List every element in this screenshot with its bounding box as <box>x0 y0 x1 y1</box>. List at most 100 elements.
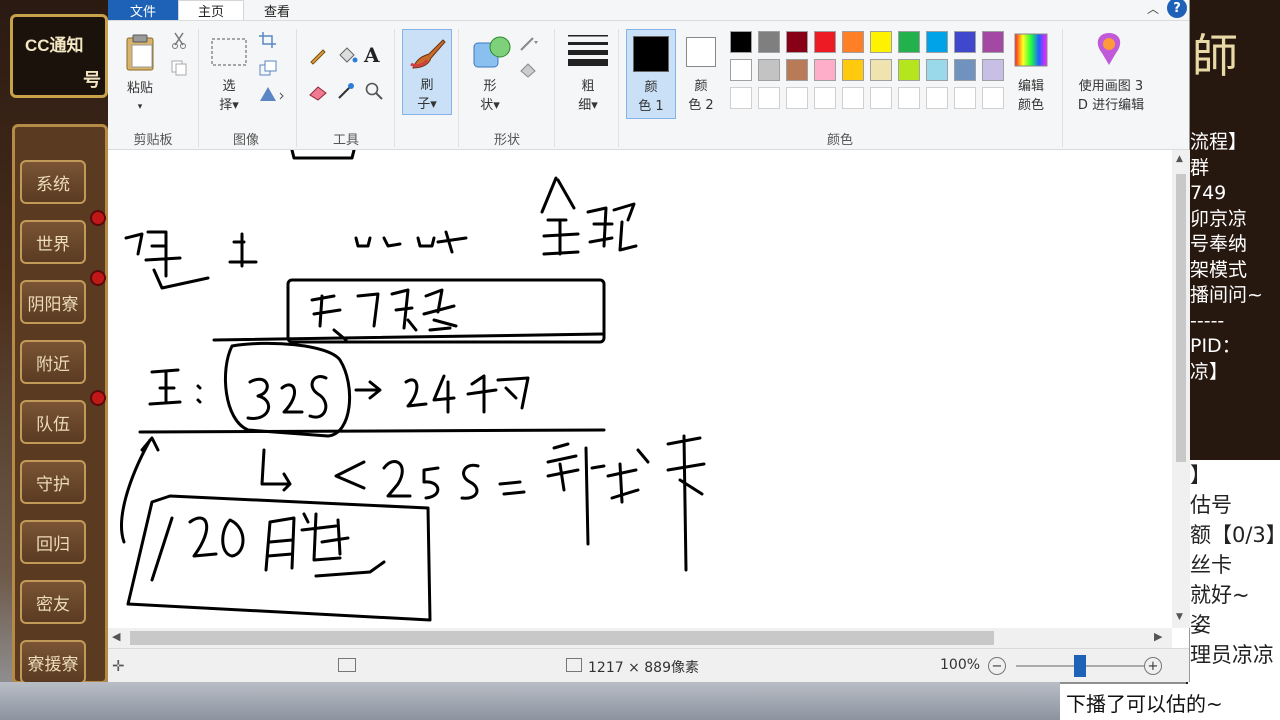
line-size-icon[interactable] <box>566 33 610 71</box>
custom-color-swatch[interactable] <box>898 87 920 109</box>
custom-color-swatch[interactable] <box>870 87 892 109</box>
stream-info-line: 群 <box>1190 156 1210 179</box>
color1-label-wrap: 颜 色 1 <box>627 78 675 116</box>
separator <box>458 29 459 147</box>
tab-view[interactable]: 查看 <box>244 0 310 20</box>
help-icon[interactable]: ? <box>1167 0 1187 18</box>
game-menu-item[interactable]: 队伍 <box>20 400 86 444</box>
select-button[interactable]: 选 择▾ <box>210 77 248 115</box>
palette-swatch[interactable] <box>814 31 836 53</box>
magnifier-icon[interactable] <box>364 81 384 105</box>
status-bar: ✛ 1217 × 889像素 100% − + <box>108 648 1189 682</box>
game-menu-item[interactable]: 守护 <box>20 460 86 504</box>
edit-colors-icon[interactable] <box>1014 33 1048 71</box>
palette-swatch[interactable] <box>842 31 864 53</box>
palette-swatch[interactable] <box>842 59 864 81</box>
fill-icon[interactable] <box>336 45 358 69</box>
fill-shape-icon[interactable] <box>518 59 544 83</box>
color-picker-icon[interactable] <box>336 81 356 105</box>
game-menu-item[interactable]: 世界 <box>20 220 86 264</box>
paint3d-button[interactable]: 使用画图 3 D 进行编辑 <box>1068 77 1154 115</box>
color2-button[interactable]: 颜 色 2 <box>678 77 724 115</box>
palette-swatch[interactable] <box>870 31 892 53</box>
custom-color-swatch[interactable] <box>758 87 780 109</box>
palette-swatch[interactable] <box>758 31 780 53</box>
shapes-icon[interactable] <box>470 33 514 75</box>
tab-home[interactable]: 主页 <box>178 0 244 20</box>
palette-swatch[interactable] <box>982 59 1004 81</box>
game-menu-item[interactable]: 阴阳寮 <box>20 280 86 324</box>
edit-colors-button[interactable]: 编辑 颜色 <box>1006 77 1056 115</box>
custom-color-swatch[interactable] <box>926 87 948 109</box>
scroll-right-icon[interactable]: ▶ <box>1154 630 1162 643</box>
outline-icon[interactable] <box>518 35 544 59</box>
eraser-icon[interactable] <box>308 83 330 105</box>
palette-swatch[interactable] <box>954 31 976 53</box>
custom-color-swatch[interactable] <box>982 87 1004 109</box>
resize-icon[interactable] <box>258 59 278 81</box>
size-button[interactable]: 粗 细▾ <box>566 77 610 115</box>
custom-color-swatch[interactable] <box>842 87 864 109</box>
palette-swatch[interactable] <box>758 59 780 81</box>
game-notice-banner: CC通知 号 <box>10 14 108 98</box>
stream-info-line: PID： <box>1190 335 1241 357</box>
palette-swatch[interactable] <box>926 31 948 53</box>
palette-swatch[interactable] <box>954 59 976 81</box>
tab-file[interactable]: 文件 <box>108 0 178 20</box>
horizontal-scrollbar[interactable]: ◀ ▶ <box>108 628 1172 648</box>
chat-line: 额【0/3】 <box>1190 523 1280 547</box>
pencil-icon[interactable] <box>308 45 328 69</box>
zoom-out-button[interactable]: − <box>988 657 1006 675</box>
palette-swatch[interactable] <box>926 59 948 81</box>
vertical-scroll-thumb[interactable] <box>1176 174 1186 462</box>
color1-button[interactable]: 颜 色 1 <box>626 29 676 119</box>
palette-swatch[interactable] <box>982 31 1004 53</box>
shape-button[interactable]: 形 状▾ <box>470 77 510 115</box>
palette-swatch[interactable] <box>870 59 892 81</box>
crop-icon[interactable] <box>258 31 278 53</box>
separator <box>1062 29 1063 147</box>
palette-swatch[interactable] <box>786 59 808 81</box>
stream-info-line: ----- <box>1190 309 1225 332</box>
separator <box>394 29 395 147</box>
stream-info-text: 流程】群 749 卯京凉 号奉纳 架模式 播间问~ ----- PID： 凉】 <box>1190 130 1280 390</box>
scroll-left-icon[interactable]: ◀ <box>112 630 120 643</box>
cut-icon[interactable] <box>170 31 188 53</box>
game-menu-item[interactable]: 密友 <box>20 580 86 624</box>
paint3d-icon[interactable] <box>1092 31 1126 73</box>
palette-swatch[interactable] <box>786 31 808 53</box>
paste-button[interactable]: 粘贴 ▾ <box>118 79 162 117</box>
zoom-in-button[interactable]: + <box>1144 657 1162 675</box>
palette-swatch[interactable] <box>730 59 752 81</box>
chat-line: 丝卡 <box>1190 553 1232 577</box>
palette-swatch[interactable] <box>814 59 836 81</box>
palette-swatch[interactable] <box>730 31 752 53</box>
custom-color-swatch[interactable] <box>730 87 752 109</box>
game-menu-item[interactable]: 寮援寮 <box>20 640 86 684</box>
stream-info-line: 凉】 <box>1190 360 1229 383</box>
select-icon[interactable] <box>210 37 248 71</box>
custom-color-swatch[interactable] <box>786 87 808 109</box>
game-menu-item[interactable]: 系统 <box>20 160 86 204</box>
scroll-up-icon[interactable]: ▲ <box>1176 154 1183 164</box>
custom-color-swatch[interactable] <box>814 87 836 109</box>
rotate-icon[interactable] <box>258 85 284 107</box>
color1-swatch <box>633 36 669 72</box>
color2-swatch[interactable] <box>686 37 716 67</box>
copy-icon[interactable] <box>170 59 188 81</box>
game-menu-item[interactable]: 回归 <box>20 520 86 564</box>
zoom-slider-thumb[interactable] <box>1074 655 1086 677</box>
paste-icon[interactable] <box>124 33 158 77</box>
collapse-ribbon-icon[interactable]: ︿ <box>1147 0 1159 17</box>
game-menu-item[interactable]: 附近 <box>20 340 86 384</box>
vertical-scrollbar[interactable]: ▲ ▼ <box>1172 150 1190 628</box>
horizontal-scroll-thumb[interactable] <box>130 631 994 645</box>
palette-swatch[interactable] <box>898 31 920 53</box>
banner-title: CC通知 <box>25 36 84 55</box>
brush-button[interactable]: 刷 子▾ <box>402 29 452 115</box>
palette-swatch[interactable] <box>898 59 920 81</box>
text-tool-icon[interactable]: A <box>364 43 380 67</box>
drawing-canvas[interactable] <box>108 150 1178 628</box>
custom-color-swatch[interactable] <box>954 87 976 109</box>
scroll-down-icon[interactable]: ▼ <box>1176 612 1183 622</box>
